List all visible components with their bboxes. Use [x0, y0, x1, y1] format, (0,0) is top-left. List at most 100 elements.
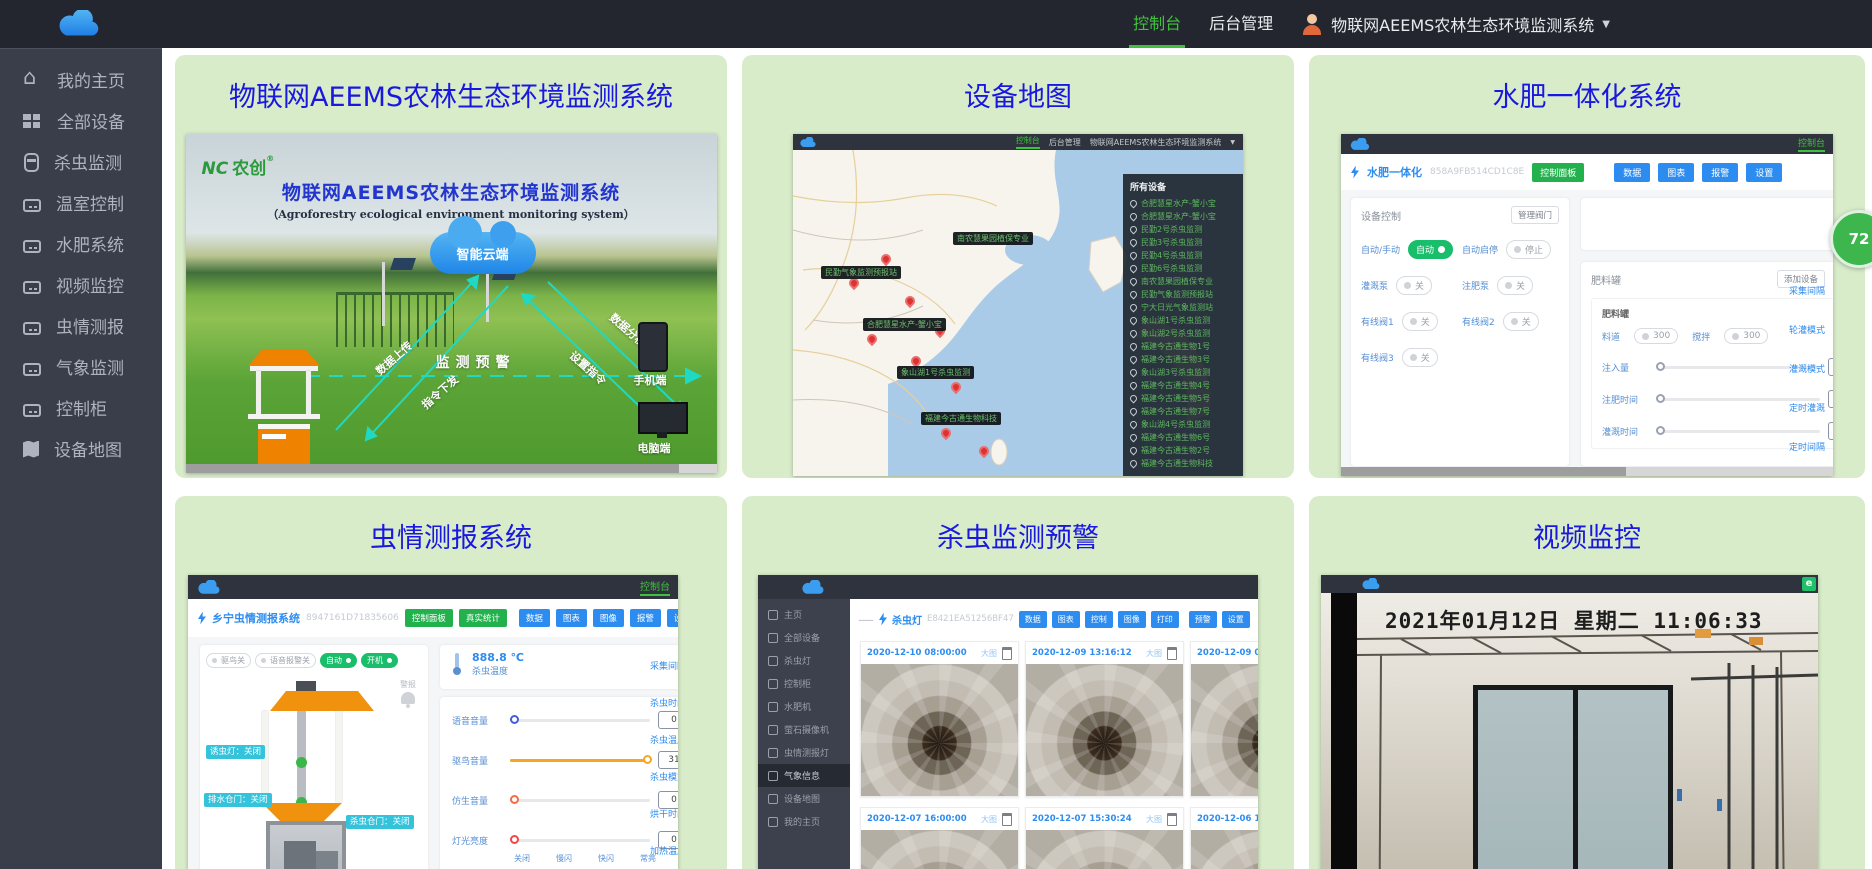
- diagram-label[interactable]: 杀虫仓门：关闭: [346, 815, 414, 829]
- device-list-item[interactable]: 宁大日光气象监测站: [1130, 301, 1238, 314]
- device-list-item[interactable]: 福建今古通生物科技: [1130, 457, 1238, 470]
- monitor-system-preview[interactable]: NC农创® 物联网AEEMS农林生态环境监测系统 （Agroforestry e…: [186, 134, 717, 473]
- embedded-sidebar-item[interactable]: 我的主页: [758, 810, 850, 833]
- sidebar-item-weather[interactable]: 气象监测: [0, 346, 162, 387]
- view-large-link[interactable]: 大图: [1146, 814, 1162, 825]
- chart-button[interactable]: 图表: [556, 609, 587, 627]
- device-list-item[interactable]: 福建今古通生物6号: [1130, 431, 1238, 444]
- embedded-sidebar-item[interactable]: 杀虫灯: [758, 649, 850, 672]
- nav-admin[interactable]: 后台管理: [1209, 0, 1273, 48]
- device-list-item[interactable]: 福建今古通生物5号: [1130, 392, 1238, 405]
- toggle-off[interactable]: 关: [1402, 312, 1438, 331]
- device-list-item[interactable]: 象山湖3号杀虫监测: [1130, 366, 1238, 379]
- device-list-item[interactable]: 民勤6号杀虫监测: [1130, 262, 1238, 275]
- sidebar-item-greenhouse[interactable]: 温室控制: [0, 182, 162, 223]
- sidebar-item-insect-monitor[interactable]: 杀虫监测: [0, 141, 162, 182]
- device-list-item[interactable]: 福建今古通生物4号: [1130, 379, 1238, 392]
- slider[interactable]: [510, 719, 650, 722]
- settings-button[interactable]: 设置: [1746, 163, 1782, 182]
- toggle-on[interactable]: 自动: [1408, 240, 1453, 259]
- slider-value[interactable]: 0: [1828, 358, 1833, 376]
- capture-photo[interactable]: [861, 664, 1018, 796]
- device-list-item[interactable]: 民勤3号杀虫监测: [1130, 236, 1238, 249]
- device-list-item[interactable]: 南农慧果园植保专业: [1130, 275, 1238, 288]
- map-canvas[interactable]: 南农慧果园植保专业 民勤气象监测预报站 合肥慧星水产-蟹小宝 象山湖1号杀虫监测…: [793, 150, 1243, 476]
- embedded-nav-console[interactable]: 控制台: [1798, 136, 1825, 152]
- device-list-item[interactable]: 合肥慧星水产-蟹小宝: [1130, 197, 1238, 210]
- capture-card[interactable]: 2020-12-10 08:00:00大图: [860, 641, 1019, 797]
- toggle-off[interactable]: 300: [1634, 328, 1678, 344]
- slider-value[interactable]: 0: [1828, 390, 1833, 408]
- toggle-off[interactable]: 关: [1497, 276, 1533, 295]
- slider[interactable]: [510, 839, 650, 842]
- device-list-item[interactable]: 民勤2号杀虫监测: [1130, 223, 1238, 236]
- data-button[interactable]: 数据: [519, 609, 550, 627]
- toggle-off[interactable]: 语音报警关: [255, 653, 316, 668]
- insect-warning-preview[interactable]: 主页 全部设备 杀虫灯 控制柜 水肥机 萤石摄像机 虫情测报灯 气象信息 设备地…: [758, 575, 1258, 869]
- fertigation-preview[interactable]: 控制台 水肥一体化 858A9FB514CD1C8E 控制面板 数据 图表 报警…: [1341, 134, 1833, 476]
- device-list-item[interactable]: 福建今古通生物7号: [1130, 405, 1238, 418]
- nav-console[interactable]: 控制台: [1133, 0, 1181, 48]
- slider[interactable]: [510, 759, 650, 762]
- embedded-sidebar-item[interactable]: 萤石摄像机: [758, 718, 850, 741]
- sidebar-item-fertigation[interactable]: 水肥系统: [0, 223, 162, 264]
- device-list-item[interactable]: 象山湖1号杀虫监测: [1130, 314, 1238, 327]
- embedded-sidebar-item[interactable]: 全部设备: [758, 626, 850, 649]
- data-button[interactable]: 数据: [1614, 163, 1650, 182]
- capture-card[interactable]: 2020-12-07 16:00:00大图: [860, 807, 1019, 869]
- toggle-on[interactable]: 自动: [320, 653, 357, 668]
- embedded-nav-console[interactable]: 控制台: [640, 578, 670, 596]
- sidebar-item-cabinet[interactable]: 控制柜: [0, 387, 162, 428]
- delete-icon[interactable]: [1167, 813, 1177, 826]
- diagram-label[interactable]: 排水仓门：关闭: [204, 793, 272, 807]
- sidebar-item-all-devices[interactable]: 全部设备: [0, 100, 162, 141]
- device-list-item[interactable]: 象山湖2号杀虫监测: [1130, 327, 1238, 340]
- device-list-item[interactable]: 福建今古通生物3号: [1130, 353, 1238, 366]
- slider[interactable]: [510, 799, 650, 802]
- alarm-bell[interactable]: 警报: [400, 679, 416, 704]
- alarm-button[interactable]: 报警: [1702, 163, 1738, 182]
- stats-button[interactable]: 真实统计: [459, 609, 507, 627]
- control-panel-button[interactable]: 控制面板: [1532, 163, 1584, 182]
- embedded-sidebar-item[interactable]: 主页: [758, 603, 850, 626]
- video-frame[interactable]: 2021年01月12日 星期二 11:06:33: [1321, 593, 1818, 869]
- control-button[interactable]: 控制: [1085, 611, 1113, 628]
- view-large-link[interactable]: 大图: [981, 648, 997, 659]
- embedded-sidebar-item-active[interactable]: 气象信息: [758, 764, 850, 787]
- horizontal-scrollbar[interactable]: [186, 464, 717, 473]
- alarm-button[interactable]: 报警: [630, 609, 661, 627]
- device-list-item[interactable]: 民勤气象监测预报站: [1130, 288, 1238, 301]
- settings-button[interactable]: 设置: [1222, 611, 1250, 628]
- delete-icon[interactable]: [1002, 647, 1012, 660]
- device-list-item[interactable]: 合肥慧星水产-蟹小宝: [1130, 210, 1238, 223]
- capture-card[interactable]: 2020-12-06 16:00:00大图: [1190, 807, 1258, 869]
- embedded-sidebar-item[interactable]: 控制柜: [758, 672, 850, 695]
- print-button[interactable]: 打印: [1151, 611, 1179, 628]
- sidebar-item-pest-report[interactable]: 虫情测报: [0, 305, 162, 346]
- account-menu[interactable]: 物联网AEEMS农林生态环境监测系统 ▼: [1301, 12, 1610, 36]
- device-map-preview[interactable]: 控制台 后台管理 物联网AEEMS农林生态环境监测系统 ▼: [793, 134, 1243, 476]
- capture-photo[interactable]: [1191, 664, 1258, 796]
- data-button[interactable]: 数据: [1019, 611, 1047, 628]
- toggle-on[interactable]: 开机: [361, 653, 398, 668]
- diagram-label[interactable]: 诱虫灯：关闭: [206, 745, 265, 759]
- embedded-nav-account[interactable]: 物联网AEEMS农林生态环境监测系统: [1090, 137, 1222, 148]
- horizontal-scrollbar[interactable]: [1341, 467, 1833, 476]
- view-large-link[interactable]: 大图: [1146, 648, 1162, 659]
- view-large-link[interactable]: 大图: [981, 814, 997, 825]
- capture-photo[interactable]: [1026, 830, 1183, 869]
- toggle-off[interactable]: 关: [1402, 348, 1438, 367]
- embedded-nav-admin[interactable]: 后台管理: [1049, 137, 1081, 148]
- capture-photo[interactable]: [861, 830, 1018, 869]
- toggle-off[interactable]: 关: [1503, 312, 1539, 331]
- device-list-item[interactable]: 民勤4号杀虫监测: [1130, 249, 1238, 262]
- embedded-sidebar-item[interactable]: 水肥机: [758, 695, 850, 718]
- image-button[interactable]: 图像: [593, 609, 624, 627]
- embedded-sidebar-item[interactable]: 虫情测报灯: [758, 741, 850, 764]
- toggle-off[interactable]: 停止: [1506, 240, 1551, 259]
- device-list-item[interactable]: 福建今古通生物2号: [1130, 444, 1238, 457]
- control-panel-button[interactable]: 控制面板: [405, 609, 453, 627]
- toggle-off[interactable]: 300: [1724, 328, 1768, 344]
- sidebar-item-home[interactable]: 我的主页: [0, 59, 162, 100]
- capture-card[interactable]: 2020-12-09 08:00:00大图: [1190, 641, 1258, 797]
